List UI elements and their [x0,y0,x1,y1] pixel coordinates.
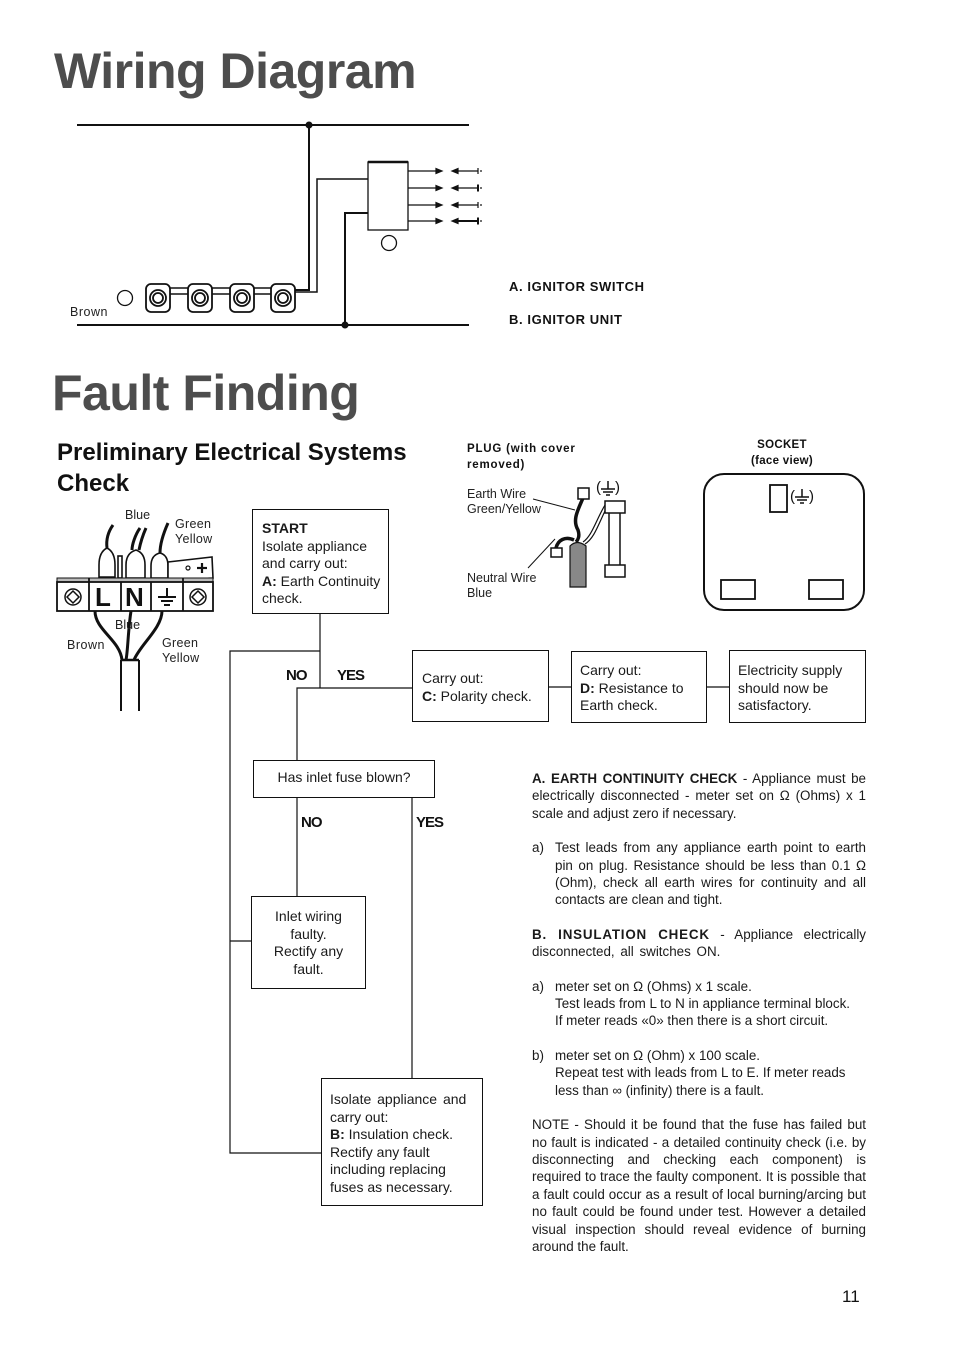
earth-continuity-item-a: a) Test leads from any appliance earth p… [532,840,866,908]
flow-box-resistance: Carry out: D: Resistance to Earth check. [571,651,707,723]
earth-continuity-intro: A. EARTH CONTINUITY CHECK - Appliance mu… [532,771,866,821]
flow-box-supply-ok: Electricity supply should now be satisfa… [729,650,866,723]
label-no: NO [301,814,322,831]
flow-box-polarity: Carry out: C: Polarity check. [412,650,549,722]
page-number: 11 [842,1287,860,1306]
flow-box-fuse-question: Has inlet fuse blown? [253,760,435,798]
flow-box-start: START Isolate appliance and carry out: A… [252,509,389,614]
insulation-item-a: a) meter set on Ω (Ohms) x 1 scale. Test… [532,978,850,1029]
note-paragraph: NOTE - Should it be found that the fuse … [532,1117,866,1254]
insulation-item-b: b) meter set on Ω (Ohm) x 100 scale. Rep… [532,1047,846,1098]
label-yes: YES [416,814,444,831]
instructions: A. EARTH CONTINUITY CHECK - Appliance mu… [532,770,866,1255]
label-yes: YES [337,667,365,684]
connector-yes-branch [296,687,412,762]
insulation-intro: B. INSULATION CHECK - Appliance electric… [532,926,867,960]
flow-box-inlet-faulty: Inlet wiring faulty. Rectify any fault. [251,896,366,989]
flow-box-insulation: Isolate appliance and carry out: B: Insu… [321,1078,483,1206]
label-no: NO [286,667,307,684]
